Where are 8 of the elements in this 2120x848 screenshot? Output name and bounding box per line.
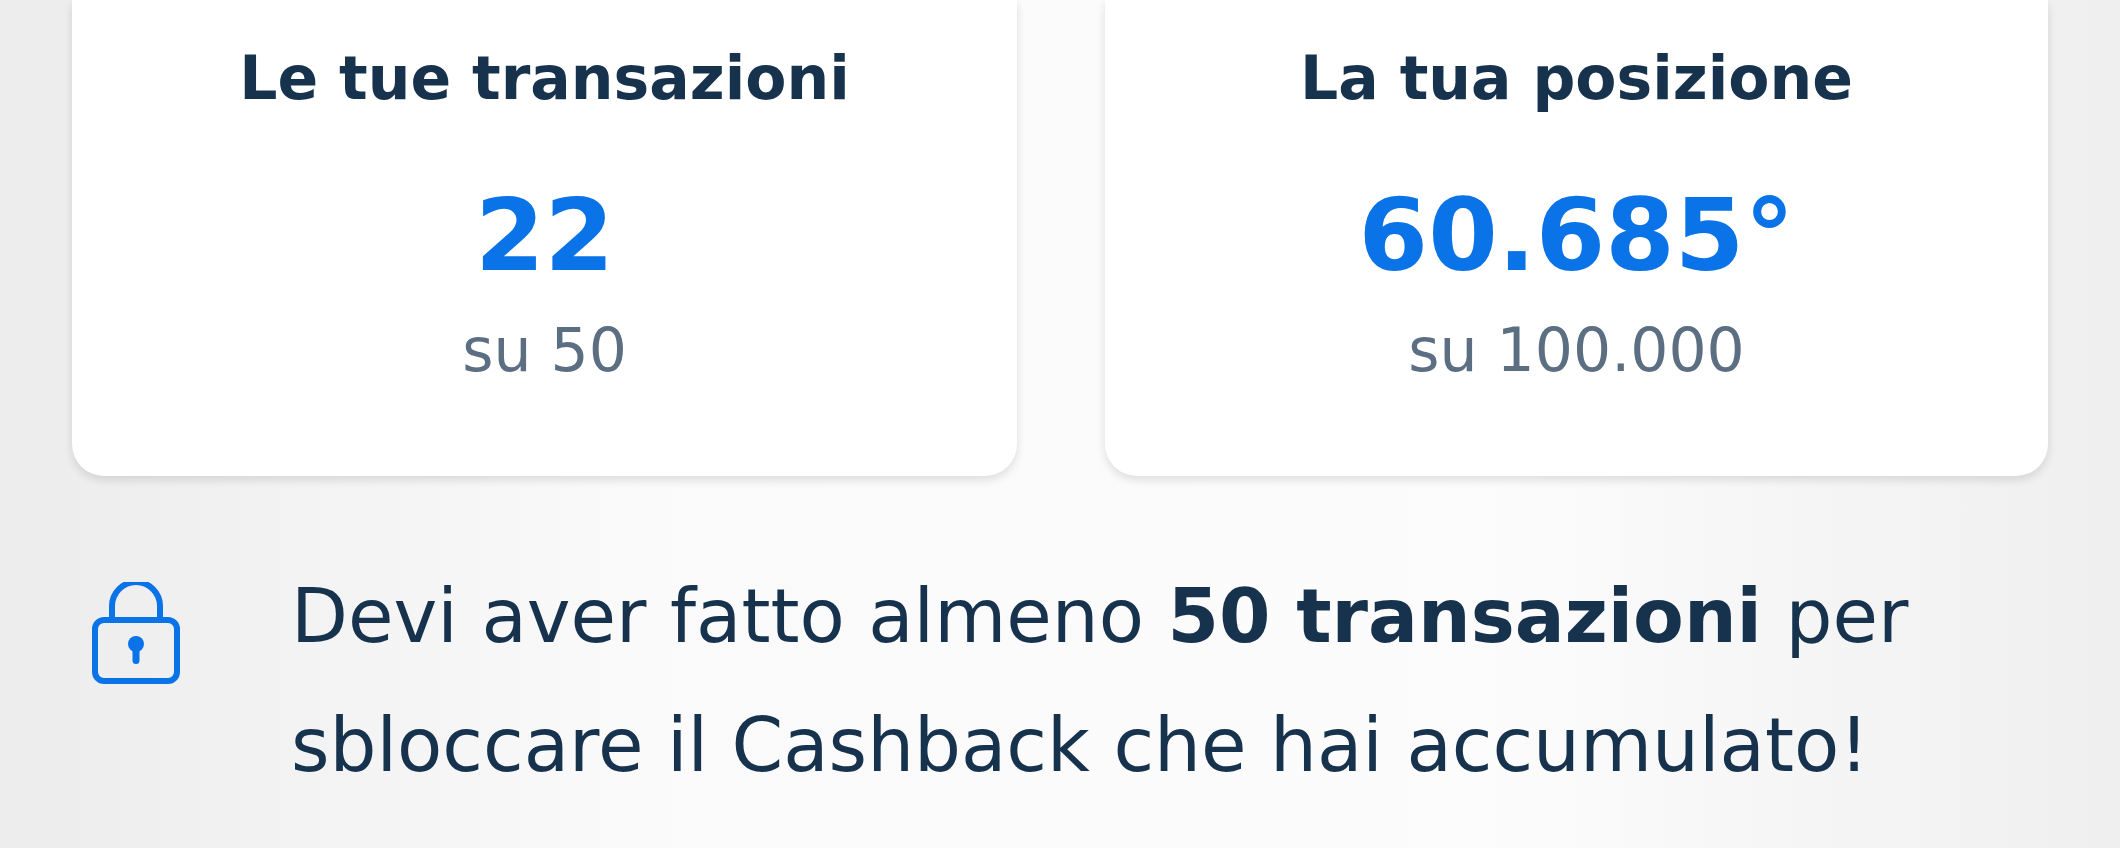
stat-total: su 50 xyxy=(462,314,627,387)
stat-value: 60.685° xyxy=(1358,176,1795,296)
stat-title: Le tue transazioni xyxy=(239,42,850,115)
stat-total: su 100.000 xyxy=(1408,314,1745,387)
stat-value: 22 xyxy=(474,176,615,296)
stat-title: La tua posizione xyxy=(1300,42,1853,115)
lock-icon xyxy=(92,582,180,684)
notice-text: Devi aver fatto almeno 50 transazioni per sbloccare il Cashback che hai accumulato! xyxy=(291,572,1910,790)
